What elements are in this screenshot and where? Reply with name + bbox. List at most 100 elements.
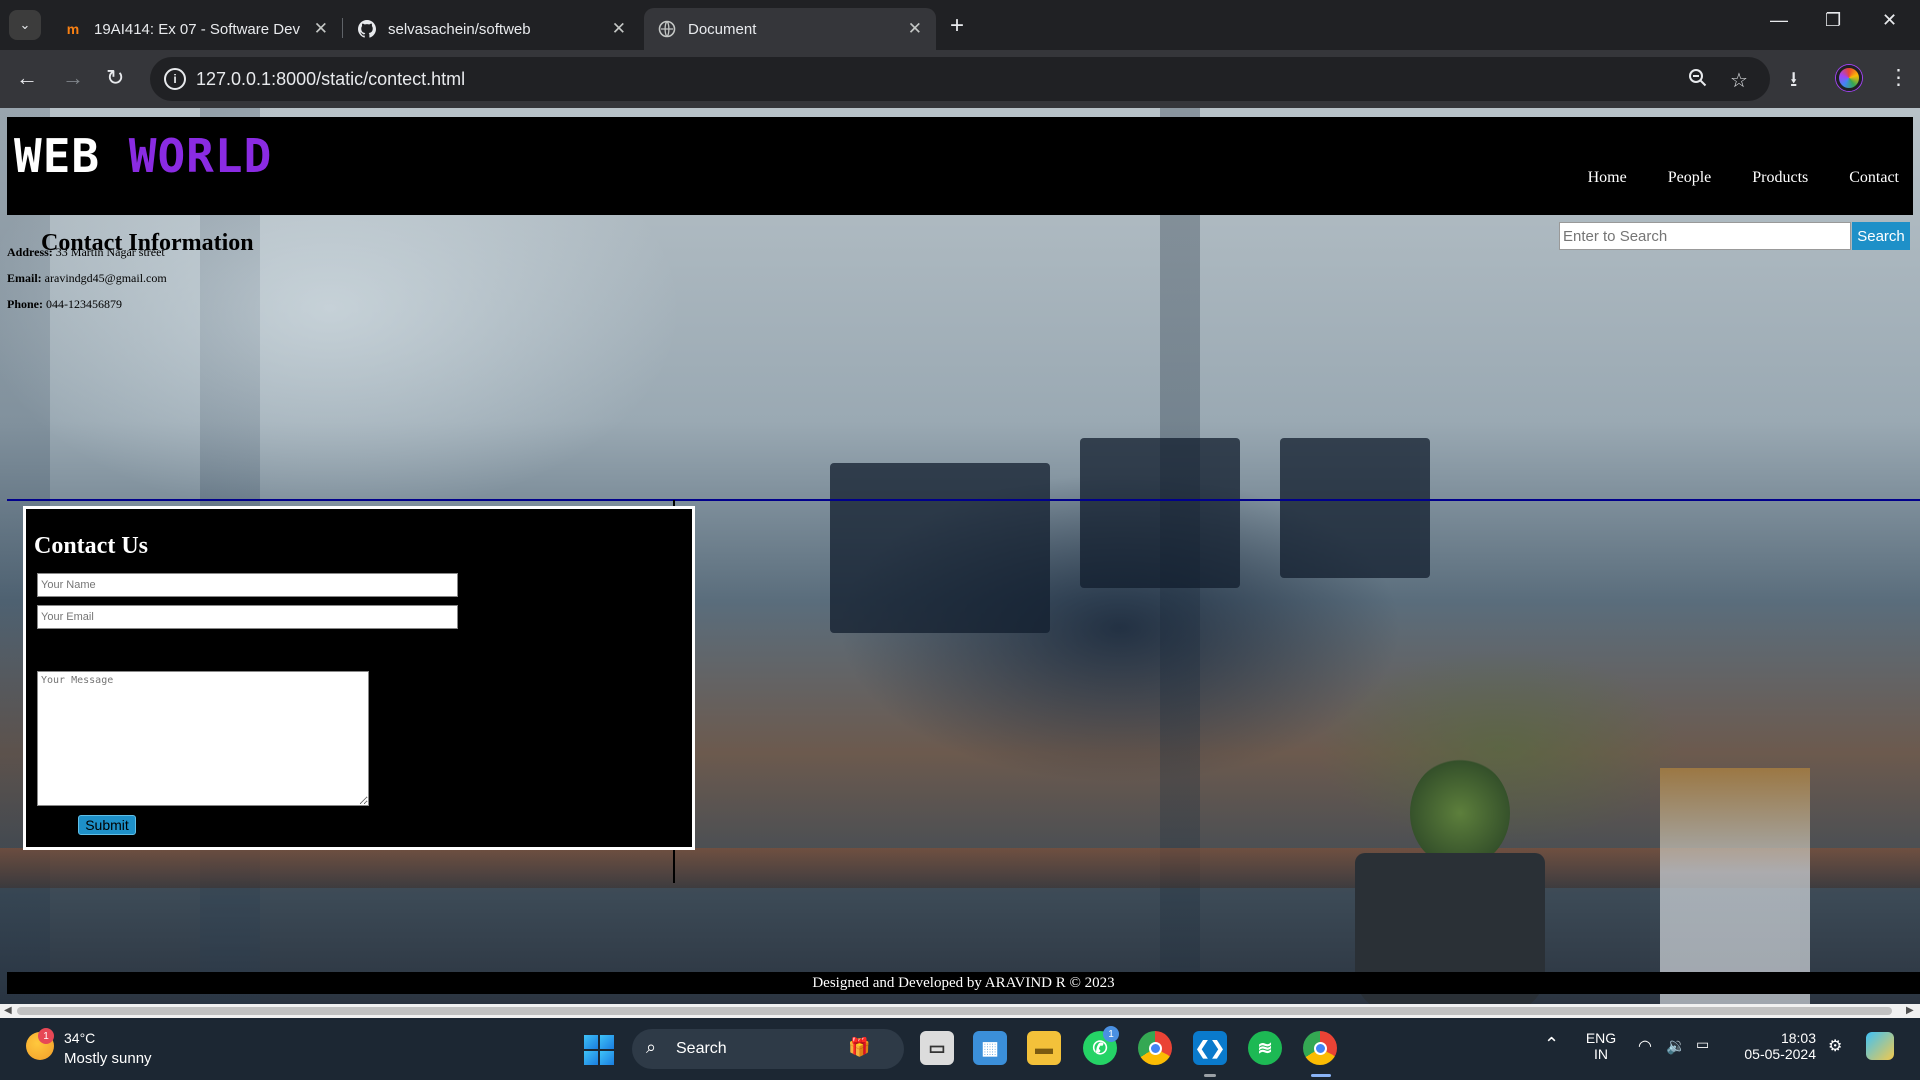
site-logo[interactable]: WEB WORLD — [14, 129, 272, 183]
profile-avatar[interactable] — [1836, 65, 1862, 91]
background-photo-pencils — [1660, 768, 1810, 1004]
language-code: ENG — [1585, 1030, 1617, 1046]
spotify-icon[interactable]: ≋ — [1248, 1031, 1282, 1065]
tab-moodle[interactable]: m 19AI414: Ex 07 - Software Deve ✕ — [50, 8, 342, 50]
windows-start-icon[interactable] — [584, 1035, 614, 1065]
nav-contact[interactable]: Contact — [1849, 169, 1899, 187]
submit-button[interactable]: Submit — [78, 815, 136, 835]
background-photo-monitor — [830, 463, 1050, 633]
chrome-dev-icon[interactable] — [1303, 1031, 1337, 1065]
tab-github[interactable]: selvasachein/softweb ✕ — [344, 8, 640, 50]
background-photo-monitor — [1080, 438, 1240, 588]
browser-tab-strip: ⌄ m 19AI414: Ex 07 - Software Deve ✕ sel… — [0, 0, 1920, 50]
clock-date: 05-05-2024 — [1744, 1046, 1816, 1062]
background-photo-desk — [0, 848, 1920, 888]
copilot-icon[interactable] — [1866, 1032, 1894, 1060]
volume-icon[interactable]: 🔉 — [1666, 1036, 1686, 1056]
address-value: 33 Martin Nagar street — [55, 245, 165, 259]
task-view-icon[interactable]: ▭ — [920, 1031, 954, 1065]
scroll-left-icon[interactable]: ◀ — [4, 1004, 12, 1018]
page-viewport: WEB WORLD Home People Products Contact C… — [0, 108, 1920, 1004]
taskbar-search[interactable]: ⌕ Search 🎁 — [632, 1029, 904, 1069]
notification-icon[interactable]: ⚙ — [1828, 1036, 1842, 1056]
tab-title: Document — [688, 20, 757, 38]
tab-title: selvasachein/softweb — [388, 20, 531, 38]
address-line: Address: 33 Martin Nagar street — [7, 245, 165, 260]
menu-dots-icon[interactable]: ⋮ — [1888, 65, 1909, 90]
browser-toolbar: ← → ↻ i 127.0.0.1:8000/static/contect.ht… — [0, 50, 1920, 108]
address-bar[interactable]: i 127.0.0.1:8000/static/contect.html ☆ — [150, 57, 1770, 101]
language-indicator[interactable]: ENG IN — [1585, 1030, 1617, 1062]
email-label: Email: — [7, 271, 42, 285]
divider-line — [7, 499, 1920, 501]
wifi-icon[interactable]: ◠ — [1638, 1036, 1652, 1056]
logo-word-world: WORLD — [128, 129, 273, 183]
contact-form: Contact Us Submit — [23, 506, 695, 850]
phone-label: Phone: — [7, 297, 43, 311]
site-search-button[interactable]: Search — [1852, 222, 1910, 250]
site-header: WEB WORLD Home People Products Contact — [7, 117, 1913, 215]
tray-overflow-icon[interactable]: ⌃ — [1544, 1034, 1559, 1055]
battery-icon[interactable]: ▭ — [1696, 1036, 1709, 1053]
tab-separator — [342, 18, 343, 38]
taskbar-search-label: Search — [676, 1040, 727, 1057]
horizontal-scrollbar[interactable]: ◀ ▶ — [0, 1004, 1920, 1018]
nav-people[interactable]: People — [1668, 169, 1712, 187]
scroll-right-icon[interactable]: ▶ — [1906, 1004, 1914, 1018]
site-info-icon[interactable]: i — [164, 68, 186, 90]
scrollbar-thumb[interactable] — [17, 1007, 1892, 1015]
restore-icon[interactable]: ❐ — [1825, 10, 1841, 31]
phone-line: Phone: 044-123456879 — [7, 297, 122, 312]
download-icon[interactable]: ⭳ — [1790, 65, 1797, 100]
file-explorer-icon[interactable]: ▬ — [1027, 1031, 1061, 1065]
chrome-icon[interactable] — [1138, 1031, 1172, 1065]
whatsapp-badge: 1 — [1103, 1026, 1119, 1042]
nav-home[interactable]: Home — [1588, 169, 1627, 187]
name-field[interactable] — [37, 573, 458, 597]
region-code: IN — [1594, 1046, 1608, 1062]
vscode-icon[interactable]: ❮❯ — [1193, 1031, 1227, 1065]
tab-document[interactable]: Document ✕ — [644, 8, 936, 50]
forward-icon[interactable]: → — [62, 65, 84, 91]
clock[interactable]: 18:03 05-05-2024 — [1736, 1030, 1816, 1062]
zoom-icon[interactable] — [1688, 68, 1708, 94]
running-indicator — [1204, 1074, 1216, 1077]
tab-title: 19AI414: Ex 07 - Software Deve — [94, 20, 300, 38]
new-tab-icon[interactable]: + — [950, 12, 964, 40]
main-nav: Home People Products Contact — [1588, 169, 1899, 187]
nav-products[interactable]: Products — [1752, 169, 1808, 187]
tab-search-button[interactable]: ⌄ — [9, 10, 41, 40]
close-icon[interactable]: ✕ — [612, 19, 626, 39]
site-search-input[interactable] — [1559, 222, 1851, 250]
moodle-icon: m — [66, 21, 80, 37]
search-highlight-icon: 🎁 — [848, 1037, 871, 1057]
url-text: 127.0.0.1:8000/static/contect.html — [196, 69, 466, 89]
contact-form-title: Contact Us — [34, 533, 148, 559]
active-app-indicator — [1311, 1074, 1331, 1077]
close-window-icon[interactable]: ✕ — [1882, 10, 1897, 31]
taskbar: 1 34°C Mostly sunny ⌕ Search 🎁 ▭ ▦ ▬ ✆ 1… — [0, 1018, 1920, 1080]
globe-icon — [658, 20, 676, 38]
weather-temp[interactable]: 34°C — [64, 1030, 95, 1046]
reload-icon[interactable]: ↻ — [106, 65, 124, 91]
address-label: Address: — [7, 245, 53, 259]
weather-badge: 1 — [38, 1028, 54, 1044]
message-field[interactable] — [37, 671, 369, 806]
bookmark-star-icon[interactable]: ☆ — [1730, 68, 1748, 93]
close-icon[interactable]: ✕ — [908, 19, 922, 39]
logo-word-web: WEB — [14, 129, 101, 183]
phone-value: 044-123456879 — [46, 297, 122, 311]
email-value: aravindgd45@gmail.com — [44, 271, 167, 285]
store-icon[interactable]: ▦ — [973, 1031, 1007, 1065]
email-line: Email: aravindgd45@gmail.com — [7, 271, 167, 286]
close-icon[interactable]: ✕ — [314, 19, 328, 39]
chevron-down-icon: ⌄ — [19, 17, 31, 32]
weather-desc[interactable]: Mostly sunny — [64, 1050, 152, 1067]
search-icon: ⌕ — [646, 1037, 657, 1057]
minimize-icon[interactable]: — — [1770, 10, 1788, 31]
clock-time: 18:03 — [1780, 1030, 1816, 1046]
github-icon — [358, 20, 376, 38]
background-photo-plant — [1410, 758, 1510, 868]
back-icon[interactable]: ← — [16, 65, 38, 91]
email-field[interactable] — [37, 605, 458, 629]
